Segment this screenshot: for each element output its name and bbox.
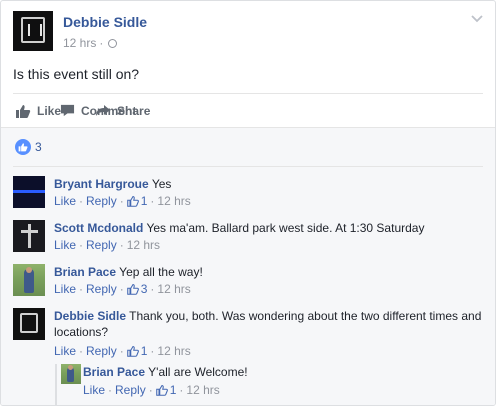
divider <box>13 166 483 167</box>
comment-icon <box>60 104 75 117</box>
comment-like-count[interactable]: 1 <box>141 194 148 208</box>
thumbs-up-icon <box>126 195 139 207</box>
thumbs-up-icon <box>126 283 139 295</box>
thumbs-up-icon <box>126 345 139 357</box>
post-author[interactable]: Debbie Sidle <box>63 14 147 30</box>
comment-time[interactable]: 12 hrs <box>186 383 219 397</box>
globe-icon <box>108 38 118 48</box>
comment-body: Debbie Sidle Thank you, both. Was wonder… <box>54 308 483 340</box>
like-reaction-icon <box>15 139 31 155</box>
thumbs-up-icon <box>155 384 168 396</box>
comment-author[interactable]: Scott Mcdonald <box>54 221 143 235</box>
comment-actions: Like · Reply · 3 · 12 hrs <box>54 282 191 296</box>
post-actions: Like Comment Share <box>13 93 483 127</box>
comment-reply-link[interactable]: Reply <box>86 194 117 208</box>
comment-like-link[interactable]: Like <box>83 383 105 397</box>
like-button[interactable]: Like <box>15 103 61 119</box>
avatar[interactable] <box>13 308 45 340</box>
reactions-summary[interactable]: 3 <box>15 139 42 155</box>
comment-body: Bryant Hargroue Yes <box>54 176 483 192</box>
comment-actions: Like · Reply · 1 · 12 hrs <box>54 194 191 208</box>
comment-time[interactable]: 12 hrs <box>157 344 190 358</box>
comment-actions: Like · Reply · 1 · 12 hrs <box>83 383 220 397</box>
avatar[interactable] <box>13 176 45 208</box>
comment-like-link[interactable]: Like <box>54 344 76 358</box>
comment-label: Comment <box>81 103 137 118</box>
post-card: Debbie Sidle 12 hrs · Is this event stil… <box>0 0 496 406</box>
comment-like-link[interactable]: Like <box>54 238 76 252</box>
comment-time[interactable]: 12 hrs <box>157 282 190 296</box>
comment-text: Yes <box>151 177 172 191</box>
comment-reply-link[interactable]: Reply <box>86 238 117 252</box>
like-label: Like <box>37 103 62 118</box>
comment-author[interactable]: Brian Pace <box>54 265 116 279</box>
comment-actions: Like · Reply · 1 · 12 hrs <box>54 344 191 358</box>
comment-button[interactable]: Comment <box>60 103 471 118</box>
author-avatar[interactable] <box>13 11 53 51</box>
comment-body: Brian Pace Yep all the way! <box>54 264 483 280</box>
comment-text: Yep all the way! <box>119 265 203 279</box>
post-time[interactable]: 12 hrs <box>63 36 96 50</box>
chevron-down-icon[interactable] <box>471 13 483 25</box>
comment-like-link[interactable]: Like <box>54 282 76 296</box>
comment-author[interactable]: Debbie Sidle <box>54 309 126 323</box>
comment-author[interactable]: Bryant Hargroue <box>54 177 149 191</box>
meta-separator: · <box>99 36 104 50</box>
avatar[interactable] <box>61 364 81 384</box>
comment-like-link[interactable]: Like <box>54 194 76 208</box>
reply-thread-line <box>55 364 57 405</box>
comment-reply-link[interactable]: Reply <box>86 282 117 296</box>
comment-body: Scott Mcdonald Yes ma'am. Ballard park w… <box>54 220 483 236</box>
comment-body: Brian Pace Y'all are Welcome! <box>83 364 483 380</box>
comment-reply-link[interactable]: Reply <box>115 383 146 397</box>
comments-section: 3 Bryant Hargroue Yes Like · Reply · 1 ·… <box>1 127 495 405</box>
comment-time[interactable]: 12 hrs <box>127 238 160 252</box>
comment-author[interactable]: Brian Pace <box>83 365 145 379</box>
comment-text: Yes ma'am. Ballard park west side. At 1:… <box>146 221 425 235</box>
comment-time[interactable]: 12 hrs <box>157 194 190 208</box>
comment-reply-link[interactable]: Reply <box>86 344 117 358</box>
thumbs-up-icon <box>16 104 31 118</box>
comment-actions: Like · Reply · 12 hrs <box>54 238 161 252</box>
avatar[interactable] <box>13 264 45 296</box>
comment-text: Y'all are Welcome! <box>148 365 248 379</box>
reaction-count: 3 <box>35 140 42 154</box>
post-text: Is this event still on? <box>13 66 140 82</box>
post-meta: 12 hrs · <box>63 36 118 50</box>
comment-like-count[interactable]: 3 <box>141 282 148 296</box>
comment-like-count[interactable]: 1 <box>141 344 148 358</box>
comment-like-count[interactable]: 1 <box>170 383 177 397</box>
avatar[interactable] <box>13 220 45 252</box>
